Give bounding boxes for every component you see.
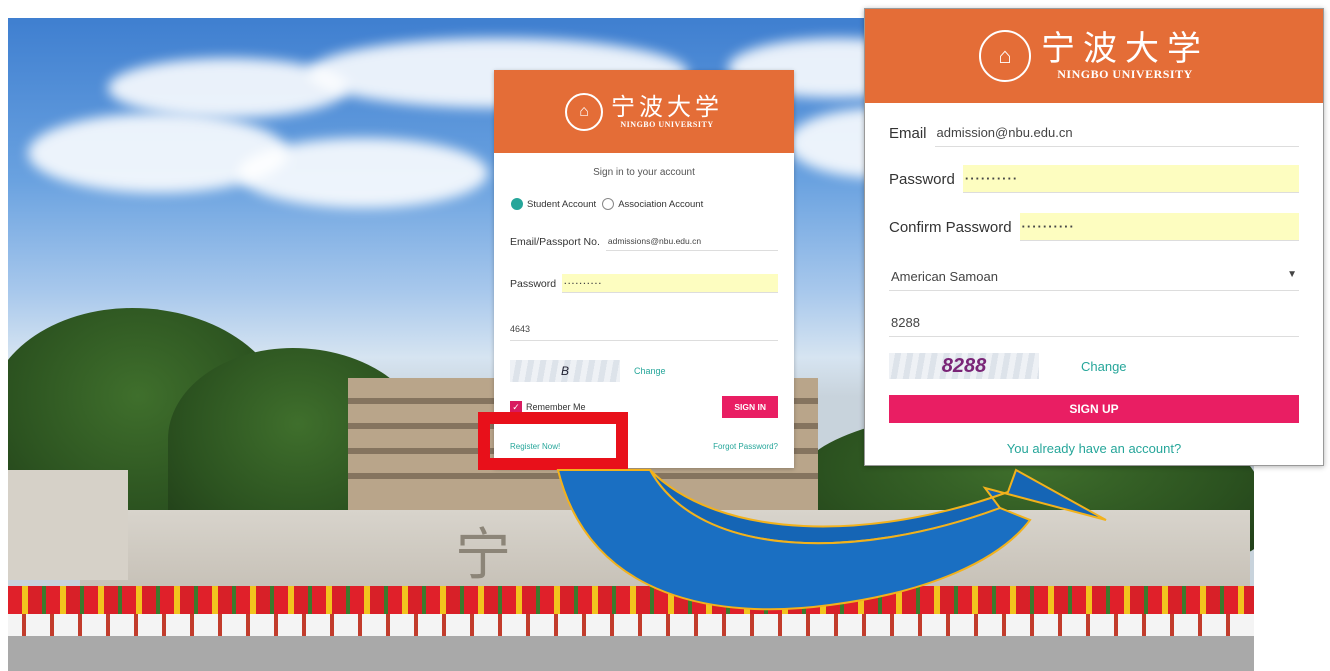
reg-confirm-row: Confirm Password ·········· (889, 213, 1299, 241)
association-radio[interactable] (602, 198, 615, 210)
reg-email-row: Email admission@nbu.edu.cn (889, 119, 1299, 147)
brand-english: NINGBO UNIVERSITY (620, 120, 714, 129)
register-brand-chinese: 宁波大学 (1041, 28, 1209, 69)
login-card: ⌂ 宁波大学 NINGBO UNIVERSITY Sign in to your… (494, 70, 794, 468)
flower-bed (8, 586, 1254, 616)
signin-subtitle: Sign in to your account (593, 167, 695, 178)
remember-label: Remember Me (526, 402, 586, 412)
stone-pillar (8, 470, 128, 580)
captcha-image-row: B Change (510, 360, 778, 382)
reg-confirm-label: Confirm Password (889, 218, 1012, 236)
password-input[interactable]: ·········· (562, 274, 778, 293)
register-card: ⌂ 宁波大学 NINGBO UNIVERSITY Email admission… (864, 8, 1324, 466)
association-radio-label: Association Account (618, 198, 704, 210)
captcha-row: 4643 (510, 318, 778, 341)
country-select[interactable]: American Samoan ▼ (889, 263, 1299, 291)
reg-captcha-row: 8288 (889, 309, 1299, 337)
brand-chinese: 宁波大学 (611, 93, 723, 121)
sign-up-button[interactable]: SIGN UP (889, 395, 1299, 423)
flower-pots (8, 614, 1254, 636)
university-seal-icon: ⌂ (565, 92, 603, 131)
reg-password-row: Password ·········· (889, 165, 1299, 193)
caret-down-icon: ▼ (1287, 269, 1297, 280)
reg-captcha-input[interactable]: 8288 (889, 309, 1299, 337)
reg-email-label: Email (889, 124, 927, 142)
student-radio[interactable] (511, 198, 523, 210)
register-header: ⌂ 宁波大学 NINGBO UNIVERSITY (865, 9, 1323, 103)
wall-character-1: 宁 (455, 523, 511, 588)
password-row: Password ·········· (510, 274, 778, 293)
university-seal-icon: ⌂ (979, 30, 1031, 82)
sign-in-button[interactable]: SIGN IN (722, 396, 778, 418)
login-header: ⌂ 宁波大学 NINGBO UNIVERSITY (494, 70, 794, 153)
reg-captcha-image: 8288 (889, 353, 1039, 379)
highlight-box (478, 412, 628, 470)
email-input[interactable]: admissions@nbu.edu.cn (605, 232, 778, 251)
reg-password-input[interactable]: ·········· (962, 165, 1299, 193)
reg-password-label: Password (889, 170, 955, 188)
login-link[interactable]: You already have an account? (865, 441, 1323, 456)
reg-email-input[interactable]: admission@nbu.edu.cn (934, 119, 1299, 147)
reg-captcha-change-link[interactable]: Change (1081, 359, 1127, 374)
ground (8, 636, 1254, 671)
reg-confirm-input[interactable]: ·········· (1019, 213, 1299, 241)
student-radio-label: Student Account (527, 198, 597, 210)
forgot-password-link[interactable]: Forgot Password? (713, 442, 778, 451)
captcha-input[interactable]: 4643 (510, 318, 778, 341)
register-brand-english: NINGBO UNIVERSITY (1057, 66, 1193, 81)
account-type-radios: Student Account Association Account (511, 198, 794, 210)
reg-captcha-image-row: 8288 Change (889, 353, 1299, 379)
register-brand: 宁波大学 NINGBO UNIVERSITY (1041, 31, 1209, 82)
wall-character-3: 学 (860, 528, 916, 593)
email-row: Email/Passport No. admissions@nbu.edu.cn (510, 232, 778, 251)
country-value: American Samoan (891, 269, 998, 284)
captcha-change-link[interactable]: Change (634, 366, 666, 376)
email-label: Email/Passport No. (510, 235, 600, 248)
brand: 宁波大学 NINGBO UNIVERSITY (611, 94, 723, 129)
password-label: Password (510, 277, 557, 290)
reg-country-row: American Samoan ▼ (889, 263, 1299, 291)
captcha-image: B (510, 360, 620, 382)
